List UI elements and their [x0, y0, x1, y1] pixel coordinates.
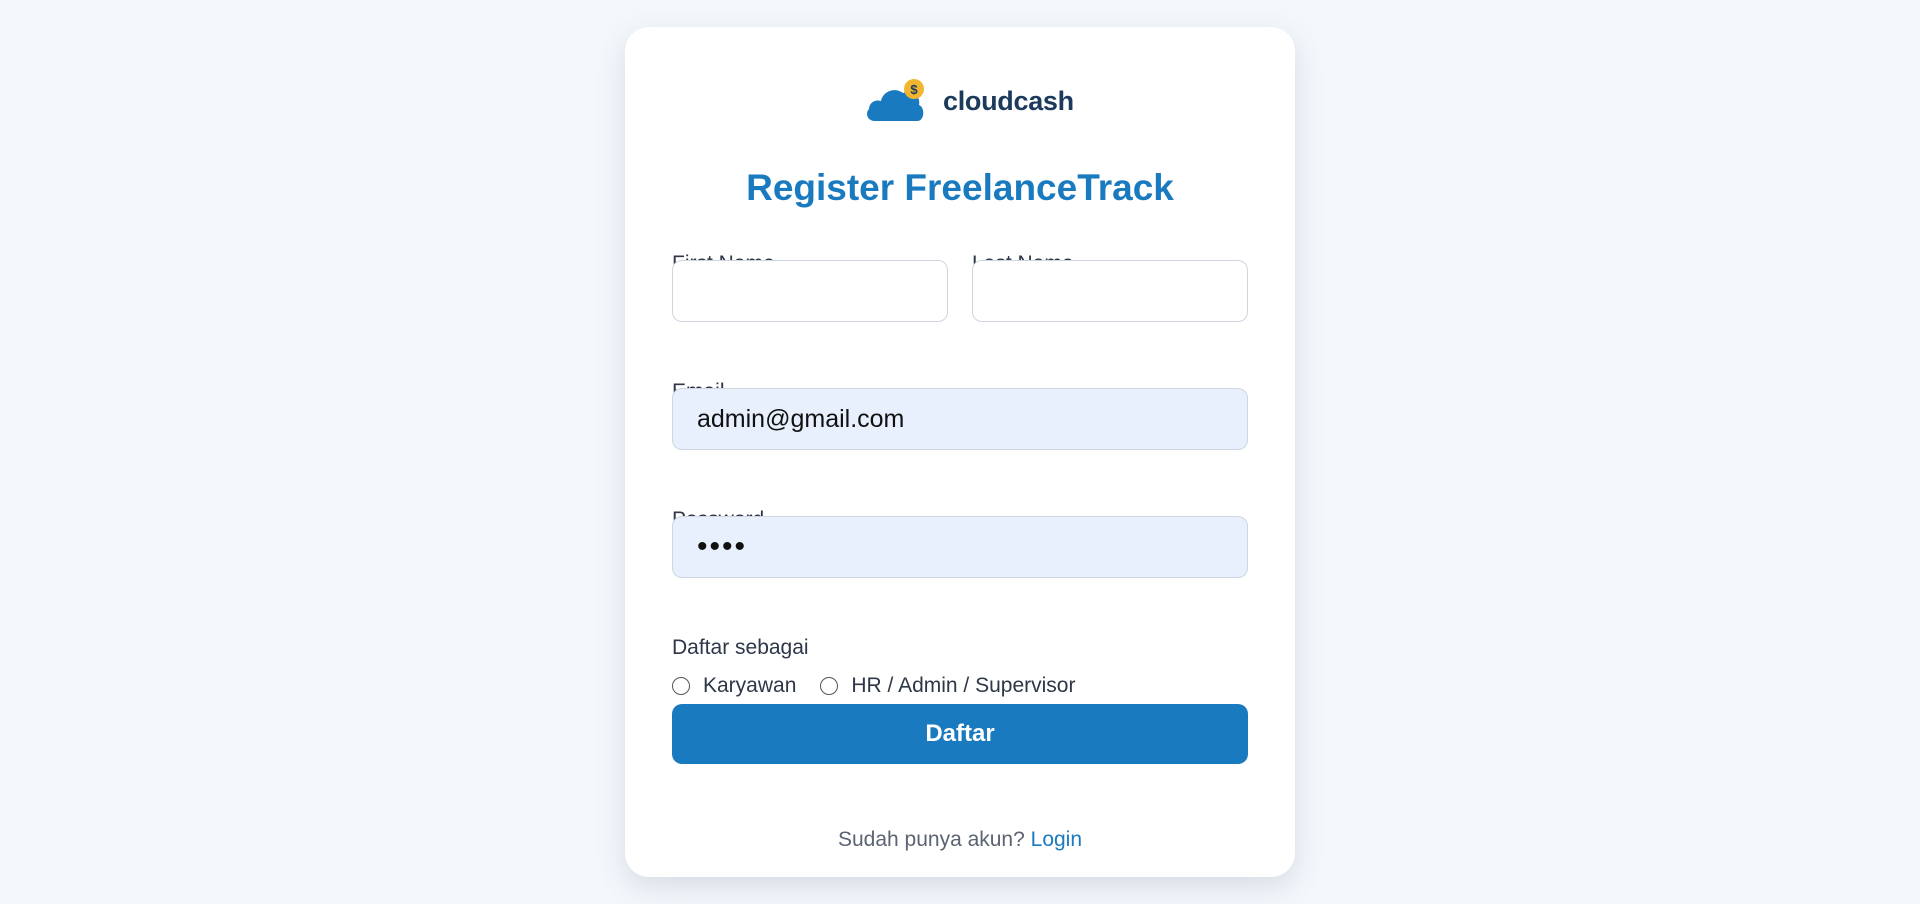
- login-prompt-text: Sudah punya akun?: [837, 828, 1025, 851]
- radio-button[interactable]: [820, 677, 839, 695]
- role-radio-group: Karyawan HR / Admin / Supervisor: [672, 674, 1099, 698]
- brand-name: cloudcash: [943, 85, 1074, 116]
- svg-text:$: $: [910, 82, 918, 97]
- first-name-field[interactable]: [672, 260, 948, 322]
- role-option-label: HR / Admin / Supervisor: [851, 674, 1076, 697]
- radio-button[interactable]: [672, 677, 690, 695]
- password-field[interactable]: [672, 516, 1248, 578]
- brand-logo: $ cloudcash: [865, 79, 1074, 123]
- page-title: Register FreelanceTrack: [746, 167, 1174, 208]
- last-name-field[interactable]: [972, 260, 1248, 322]
- login-prompt: Sudah punya akun? Login: [625, 828, 1295, 852]
- register-button[interactable]: Daftar: [672, 704, 1248, 764]
- role-option-label: Karyawan: [703, 674, 797, 697]
- role-option-hr-admin[interactable]: HR / Admin / Supervisor: [820, 674, 1075, 698]
- register-card: $ cloudcash Register FreelanceTrack Firs…: [625, 27, 1295, 877]
- email-field[interactable]: [672, 388, 1248, 450]
- cloud-coin-icon: $: [865, 79, 927, 123]
- role-label: Daftar sebagai: [672, 636, 809, 659]
- login-link[interactable]: Login: [1031, 828, 1082, 851]
- role-option-karyawan[interactable]: Karyawan: [672, 674, 796, 698]
